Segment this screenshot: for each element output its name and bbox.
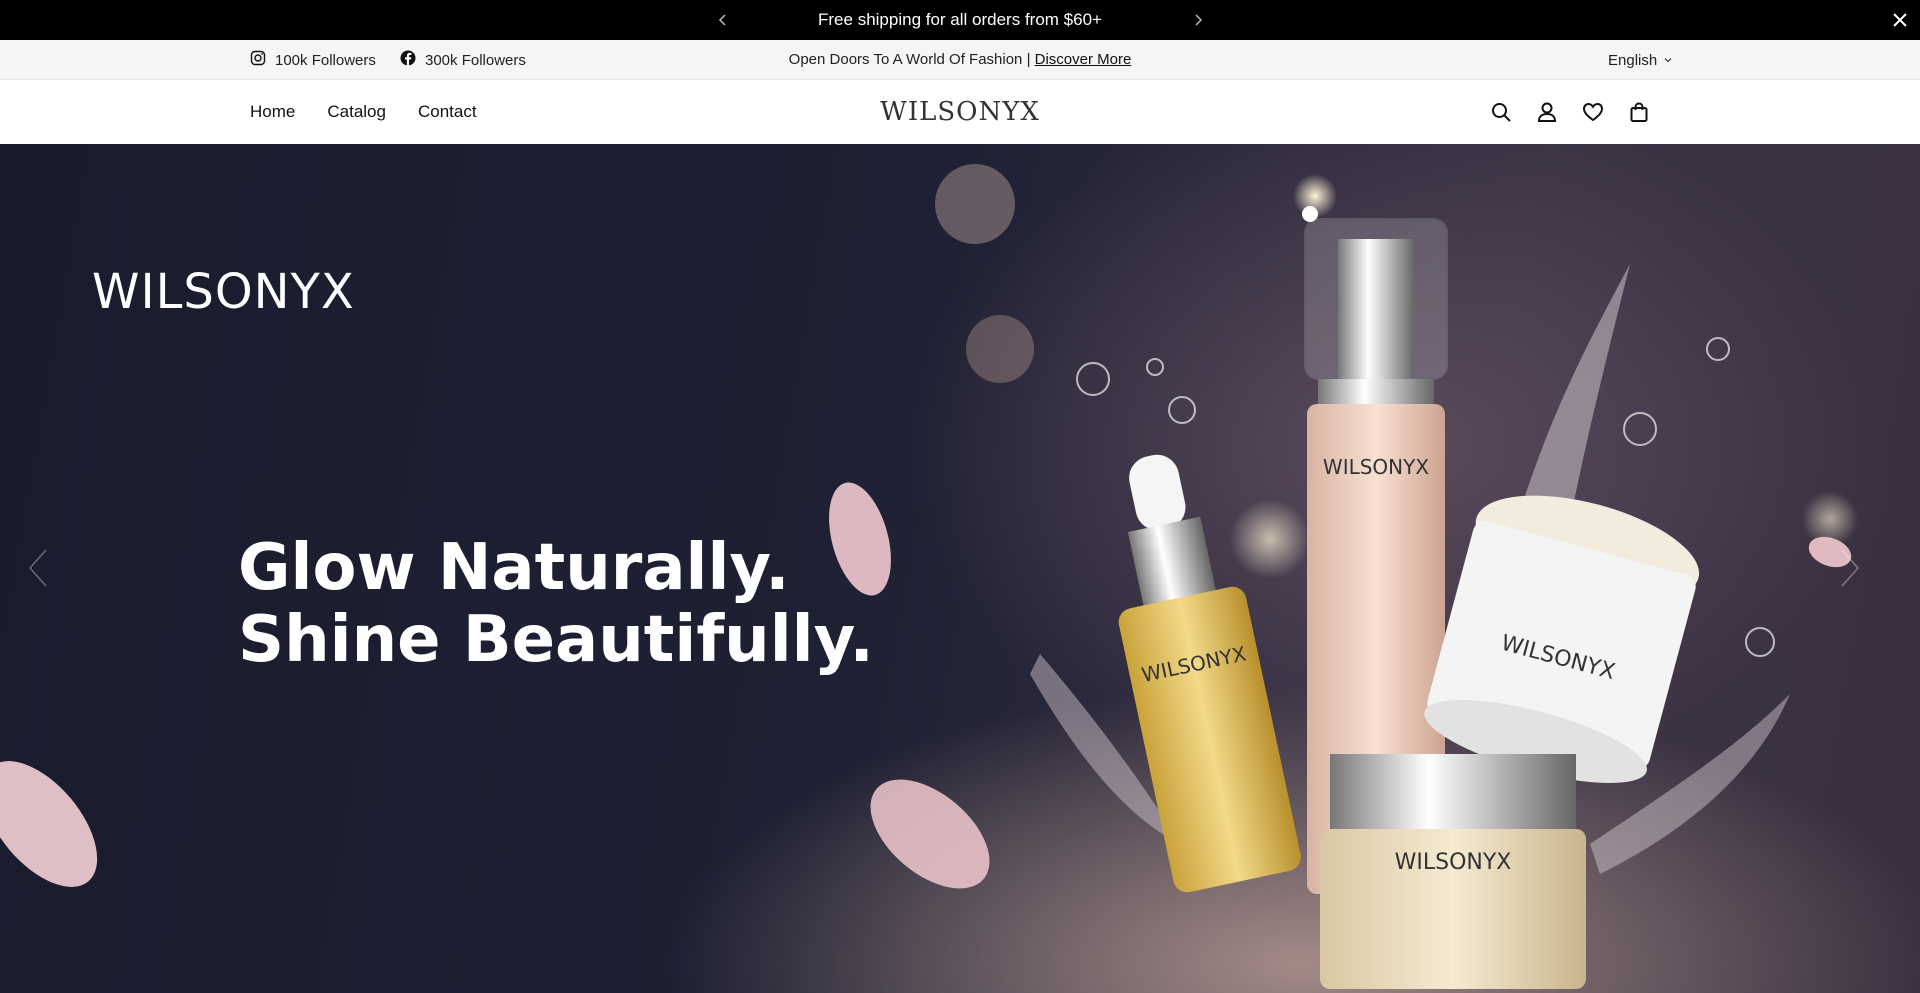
instagram-followers-count: 100k Followers xyxy=(275,51,376,69)
discover-more-link[interactable]: Discover More xyxy=(1035,51,1132,68)
slide-prev-icon[interactable] xyxy=(24,544,54,592)
nav-catalog[interactable]: Catalog xyxy=(327,102,386,122)
promo-text: Open Doors To A World Of Fashion | xyxy=(788,51,1031,68)
chevron-down-icon xyxy=(1663,52,1673,69)
language-selector[interactable]: English xyxy=(1608,40,1673,80)
top-info-bar: Open Doors To A World Of Fashion | Disco… xyxy=(0,40,1920,80)
main-nav: Home Catalog Contact xyxy=(250,80,477,144)
slide-next-icon[interactable] xyxy=(1834,544,1864,592)
nav-contact[interactable]: Contact xyxy=(418,102,477,122)
nav-home[interactable]: Home xyxy=(250,102,295,122)
wishlist-icon[interactable] xyxy=(1580,99,1606,125)
account-icon[interactable] xyxy=(1534,99,1560,125)
hero-title-line-2: Shine Beautifully. xyxy=(238,603,874,677)
facebook-followers-count: 300k Followers xyxy=(425,51,526,69)
hero-brand: WILSONYX xyxy=(92,264,355,320)
search-icon[interactable] xyxy=(1488,99,1514,125)
announcement-bar: Free shipping for all orders from $60+ xyxy=(0,0,1920,40)
language-label: English xyxy=(1608,51,1658,69)
facebook-icon xyxy=(400,50,416,70)
hero-title-line-1: Glow Naturally. xyxy=(238,531,790,605)
instagram-icon xyxy=(250,50,266,70)
announcement-next-icon[interactable] xyxy=(1189,11,1207,29)
header-icons xyxy=(1488,99,1652,125)
close-icon[interactable] xyxy=(1890,10,1910,30)
cart-icon[interactable] xyxy=(1626,99,1652,125)
instagram-followers[interactable]: 100k Followers xyxy=(250,40,376,80)
main-header: WILSONYX Home Catalog Contact xyxy=(0,80,1920,144)
hero-title: Glow Naturally. Shine Beautifully. xyxy=(238,532,874,676)
pump-bottle-label: WILSONYX xyxy=(1323,455,1429,479)
hero-banner: WILSONYX WILSONYX WILSONYX WILSONYX WILS… xyxy=(0,144,1920,993)
gold-jar-label: WILSONYX xyxy=(1395,850,1512,875)
announcement-message: Free shipping for all orders from $60+ xyxy=(818,10,1102,29)
facebook-followers[interactable]: 300k Followers xyxy=(400,40,526,80)
